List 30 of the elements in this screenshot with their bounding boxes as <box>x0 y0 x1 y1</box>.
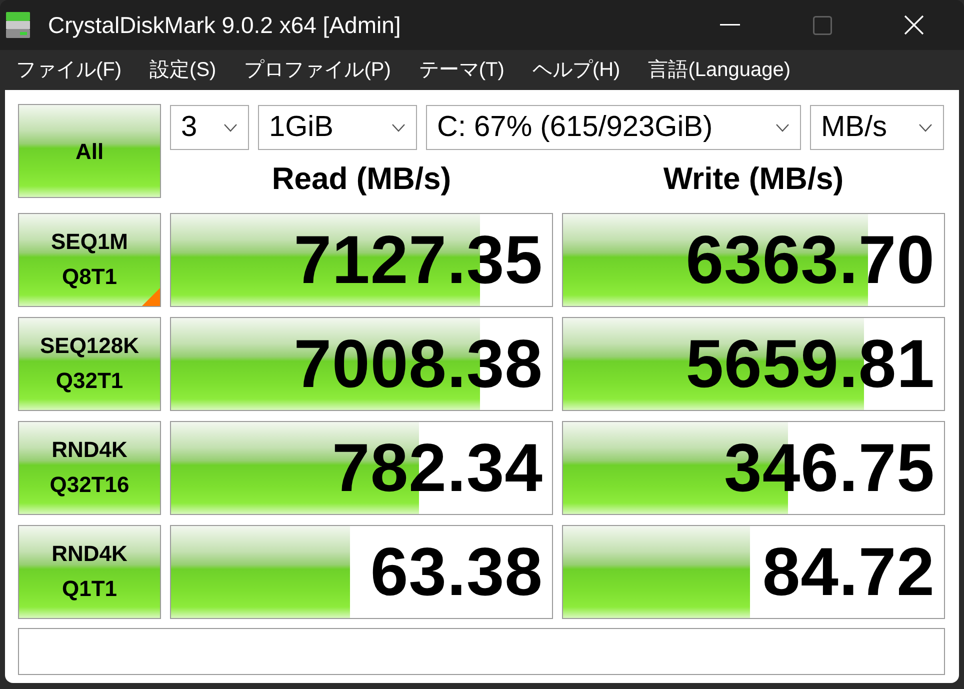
dropdown[interactable]: 3 <box>170 105 249 150</box>
menu-item[interactable]: ヘルプ(H) <box>532 55 620 85</box>
chevron-down-icon <box>919 124 932 132</box>
column-header: Read (MB/s) <box>272 160 452 198</box>
menu-item[interactable]: 言語(Language) <box>648 55 791 85</box>
test-button[interactable]: RND4K Q32T16 <box>18 420 161 514</box>
test-button[interactable]: SEQ1M Q8T1 <box>18 212 161 306</box>
dropdown[interactable]: 1GiB <box>258 105 417 150</box>
chevron-down-icon <box>224 124 237 132</box>
speed-value: 63.38 <box>370 538 544 606</box>
dropdown[interactable]: MB/s <box>810 105 944 150</box>
speed-value: 782.34 <box>332 434 544 502</box>
window-title: CrystalDiskMark 9.0.2 x64 [Admin] <box>48 10 401 40</box>
menu-item[interactable]: プロファイル(P) <box>244 55 391 85</box>
speed-value: 346.75 <box>724 434 936 502</box>
menu-item[interactable]: テーマ(T) <box>418 55 504 85</box>
minimize-icon <box>720 24 740 26</box>
drive-icon <box>5 10 31 40</box>
menu-item[interactable]: 設定(S) <box>150 55 216 85</box>
chevron-down-icon <box>392 124 405 132</box>
close-icon <box>904 15 924 35</box>
test-button[interactable]: RND4K Q1T1 <box>18 524 161 618</box>
comment-field[interactable] <box>18 628 945 674</box>
dropdown[interactable]: C: 67% (615/923GiB) <box>426 105 801 150</box>
column-header: Write (MB/s) <box>663 160 844 198</box>
test-button[interactable]: SEQ128K Q32T1 <box>18 316 161 410</box>
speed-value: 84.72 <box>762 538 936 606</box>
menu-item[interactable]: ファイル(F) <box>16 55 122 85</box>
all-button[interactable]: All <box>18 104 161 198</box>
chevron-down-icon <box>776 124 789 132</box>
